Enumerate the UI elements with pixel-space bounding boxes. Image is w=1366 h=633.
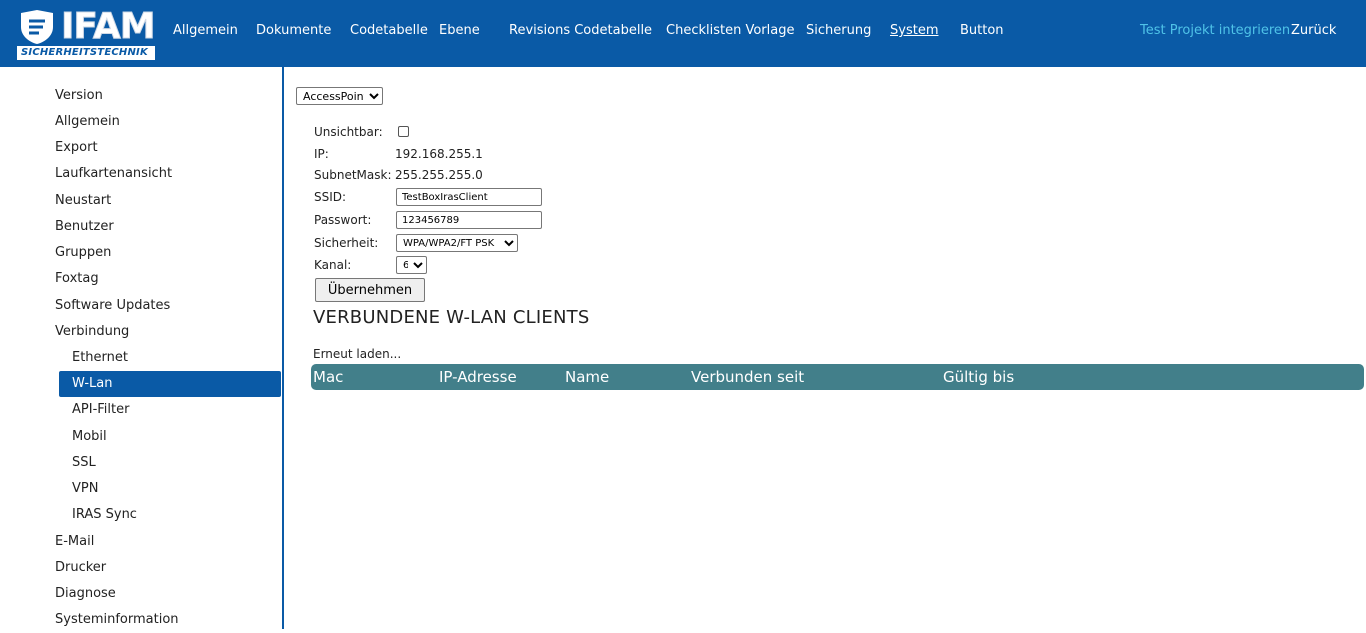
sidebar-item-neustart[interactable]: Neustart <box>55 188 111 214</box>
nav-item-checklisten-vorlage[interactable]: Checklisten Vorlage <box>666 23 794 38</box>
sidebar-item-allgemein[interactable]: Allgemein <box>55 109 120 135</box>
logo-wordmark: IFAM <box>61 6 157 47</box>
ifam-logo[interactable]: IFAM SICHERHEITSTECHNIK <box>17 6 167 61</box>
nav-item-dokumente[interactable]: Dokumente <box>256 23 331 38</box>
nav-item-revisions-codetabelle[interactable]: Revisions Codetabelle <box>509 23 652 38</box>
column-header-verbunden-seit: Verbunden seit <box>691 368 805 386</box>
sidebar-item-gruppen[interactable]: Gruppen <box>55 240 111 266</box>
sidebar-item-vpn[interactable]: VPN <box>72 476 98 502</box>
sidebar-item-w-lan[interactable]: W-Lan <box>72 371 112 397</box>
nav-item-system[interactable]: System <box>890 23 938 38</box>
security-select[interactable]: WPA/WPA2/FT PSK <box>396 234 518 252</box>
apply-button[interactable]: Übernehmen <box>315 278 425 302</box>
column-header-mac: Mac <box>313 368 344 386</box>
sidebar-item-verbindung[interactable]: Verbindung <box>55 319 129 345</box>
subnet-label: SubnetMask: <box>314 168 392 182</box>
shield-logo-icon <box>17 9 57 45</box>
sidebar-item-laufkartenansicht[interactable]: Laufkartenansicht <box>55 161 172 187</box>
reload-link[interactable]: Erneut laden... <box>313 347 401 361</box>
wlan-settings-panel: AccessPoint Unsichtbar: IP: 192.168.255.… <box>286 67 1366 629</box>
invisible-checkbox[interactable] <box>398 126 409 137</box>
sidebar-item-export[interactable]: Export <box>55 135 98 161</box>
column-header-gueltig-bis: Gültig bis <box>943 368 1015 386</box>
test-projekt-integrieren-link[interactable]: Test Projekt integrieren <box>1140 23 1290 38</box>
sidebar-item-software-updates[interactable]: Software Updates <box>55 293 170 319</box>
column-header-ip-adresse: IP-Adresse <box>439 368 517 386</box>
sidebar-item-benutzer[interactable]: Benutzer <box>55 214 114 240</box>
sidebar-item-systeminformation[interactable]: Systeminformation <box>55 607 179 633</box>
channel-select[interactable]: 6 <box>396 256 427 274</box>
connected-clients-heading: VERBUNDENE W-LAN CLIENTS <box>313 307 590 328</box>
channel-label: Kanal: <box>314 258 352 272</box>
password-label: Passwort: <box>314 213 372 227</box>
ssid-input[interactable] <box>396 188 542 206</box>
nav-item-sicherung[interactable]: Sicherung <box>806 23 871 38</box>
sidebar-item-ethernet[interactable]: Ethernet <box>72 345 128 371</box>
column-header-name: Name <box>565 368 610 386</box>
nav-item-button[interactable]: Button <box>960 23 1004 38</box>
ip-label: IP: <box>314 147 329 161</box>
nav-item-ebene[interactable]: Ebene <box>439 23 480 38</box>
clients-table-header: Mac IP-Adresse Name Verbunden seit Gülti… <box>311 364 1364 390</box>
ip-value: 192.168.255.1 <box>395 147 483 161</box>
sidebar-item-ssl[interactable]: SSL <box>72 450 96 476</box>
security-label: Sicherheit: <box>314 236 379 250</box>
wlan-mode-select[interactable]: AccessPoint <box>296 87 383 105</box>
invisible-label: Unsichtbar: <box>314 125 383 139</box>
subnet-value: 255.255.255.0 <box>395 168 483 182</box>
sidebar-item-api-filter[interactable]: API-Filter <box>72 397 129 423</box>
sidebar-item-foxtag[interactable]: Foxtag <box>55 266 99 292</box>
sidebar-item-version[interactable]: Version <box>55 83 103 109</box>
sidebar-item-e-mail[interactable]: E-Mail <box>55 529 94 555</box>
sidebar-item-drucker[interactable]: Drucker <box>55 555 106 581</box>
sidebar-item-mobil[interactable]: Mobil <box>72 424 107 450</box>
top-navigation-bar: IFAM SICHERHEITSTECHNIK Allgemein Dokume… <box>0 0 1366 67</box>
settings-sidebar: Version Allgemein Export Laufkartenansic… <box>0 67 284 629</box>
logo-subtitle: SICHERHEITSTECHNIK <box>17 46 155 60</box>
sidebar-item-diagnose[interactable]: Diagnose <box>55 581 116 607</box>
nav-item-allgemein[interactable]: Allgemein <box>173 23 238 38</box>
ssid-label: SSID: <box>314 190 347 204</box>
zurueck-link[interactable]: Zurück <box>1291 23 1336 38</box>
password-input[interactable] <box>396 211 542 229</box>
nav-item-codetabelle[interactable]: Codetabelle <box>350 23 428 38</box>
sidebar-item-iras-sync[interactable]: IRAS Sync <box>72 502 137 528</box>
